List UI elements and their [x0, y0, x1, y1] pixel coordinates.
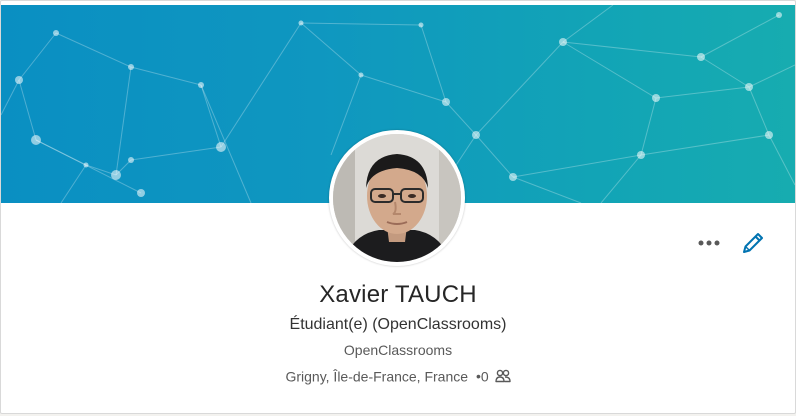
more-actions-button[interactable] [695, 231, 723, 255]
profile-photo-image [333, 134, 461, 262]
profile-headline: Étudiant(e) (OpenClassrooms) [289, 316, 507, 333]
profile-location: Grigny, Île-de-France, France [285, 368, 469, 385]
connections-count[interactable]: 0 [481, 368, 489, 384]
more-horizontal-icon [698, 240, 720, 246]
profile-card: Xavier TAUCH Étudiant(e) (OpenClassrooms… [0, 0, 796, 414]
profile-company[interactable]: OpenClassrooms [1, 342, 795, 358]
profile-name: Xavier TAUCH [319, 281, 477, 308]
pencil-icon [743, 233, 763, 253]
profile-location-line: Grigny, Île-de-France, France •0 [1, 367, 795, 384]
person-portrait-icon [333, 134, 461, 262]
people-icon[interactable] [494, 369, 511, 383]
edit-profile-button[interactable] [739, 229, 767, 257]
profile-photo[interactable] [329, 130, 465, 266]
